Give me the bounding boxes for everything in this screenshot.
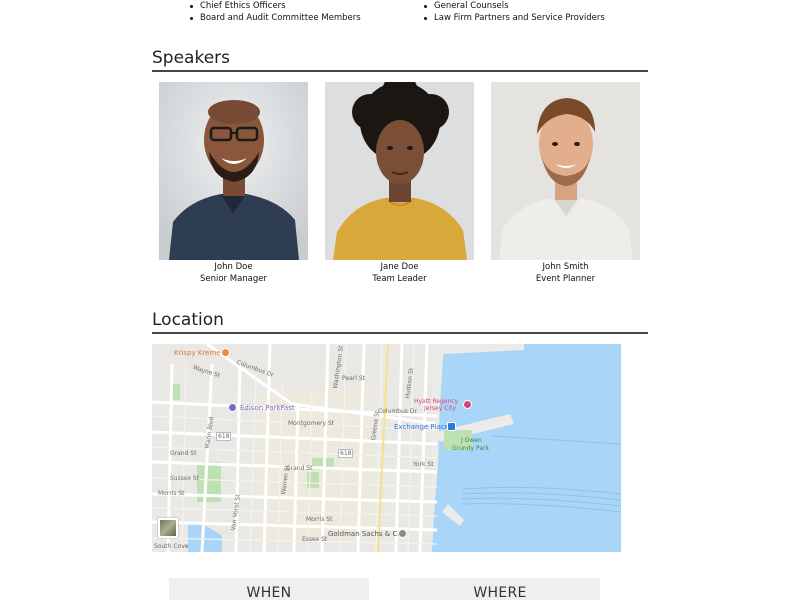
business-pin-icon[interactable] [398,529,407,538]
map-label-street: Columbus Dr [378,408,417,415]
when-box: WHEN [169,578,369,600]
map-label-grundy-park: Grundy Park [452,445,489,452]
audience-item: General Counsels [422,0,605,12]
where-box: WHERE [400,578,600,600]
map-label-street: Morris St [158,490,185,497]
speaker-name: John Doe [214,262,253,272]
speaker-photo [159,82,308,260]
map-label-street: York St [413,461,434,468]
map-label-goldman-sachs: Goldman Sachs & Co [328,530,402,538]
transit-icon[interactable] [447,422,456,431]
hotel-pin-icon[interactable] [463,400,472,409]
map-label-hyatt: Hyatt Regency [414,398,459,405]
where-label: WHERE [473,585,527,600]
food-pin-icon[interactable] [221,348,230,357]
map-label-j-owen: J Owen [461,437,482,444]
audience-list: Chief Ethics Officers Board and Audit Co… [188,0,648,24]
when-label: WHEN [246,585,292,600]
audience-item: Board and Audit Committee Members [188,12,422,24]
map-label-south-cove: South Cove [154,543,189,550]
map-label-street: Montgomery St [288,420,335,427]
speaker-name: Jane Doe [380,262,419,272]
map-label-exchange-place: Exchange Place [394,423,450,431]
route-shield-icon: 618 [338,449,354,458]
location-map[interactable]: Krispy Kreme Columbus Dr Wayne St Pearl … [152,344,621,552]
map-label-krispy-kreme: Krispy Kreme [174,349,221,357]
speaker-name: John Smith [542,262,589,272]
audience-item: Chief Ethics Officers [188,0,422,12]
audience-list-right: General Counsels Law Firm Partners and S… [422,0,605,24]
map-label-street: Sussex St [170,475,200,482]
speaker-photo [325,82,474,260]
map-canvas [152,344,621,552]
speaker-role: Senior Manager [199,274,268,284]
speaker-role: Team Leader [372,274,427,284]
map-label-street: Grand St [170,450,197,457]
parking-pin-icon[interactable] [228,403,237,412]
audience-list-left: Chief Ethics Officers Board and Audit Co… [188,0,422,24]
map-label-street: Morris St [306,516,333,523]
satellite-toggle-button[interactable] [158,518,178,538]
speaker-role: Event Planner [535,274,596,284]
audience-item: Law Firm Partners and Service Providers [422,12,605,24]
map-label-hyatt-city: Jersey City [424,405,456,412]
map-label-street: Pearl St [342,375,365,382]
map-label-edison-parkfast: Edison ParkFast [240,404,295,412]
speaker-photo [491,82,640,260]
speaker-card: John Smith Event Planner [491,82,640,285]
route-shield-icon: 618 [216,432,232,441]
speaker-card: John Doe Senior Manager [159,82,308,285]
speakers-grid: John Doe Senior Manager Jane Doe Team Le… [159,82,641,288]
speakers-heading: Speakers [152,48,648,72]
map-label-street: Essex St [302,536,328,543]
location-heading: Location [152,310,648,334]
speaker-card: Jane Doe Team Leader [325,82,474,285]
